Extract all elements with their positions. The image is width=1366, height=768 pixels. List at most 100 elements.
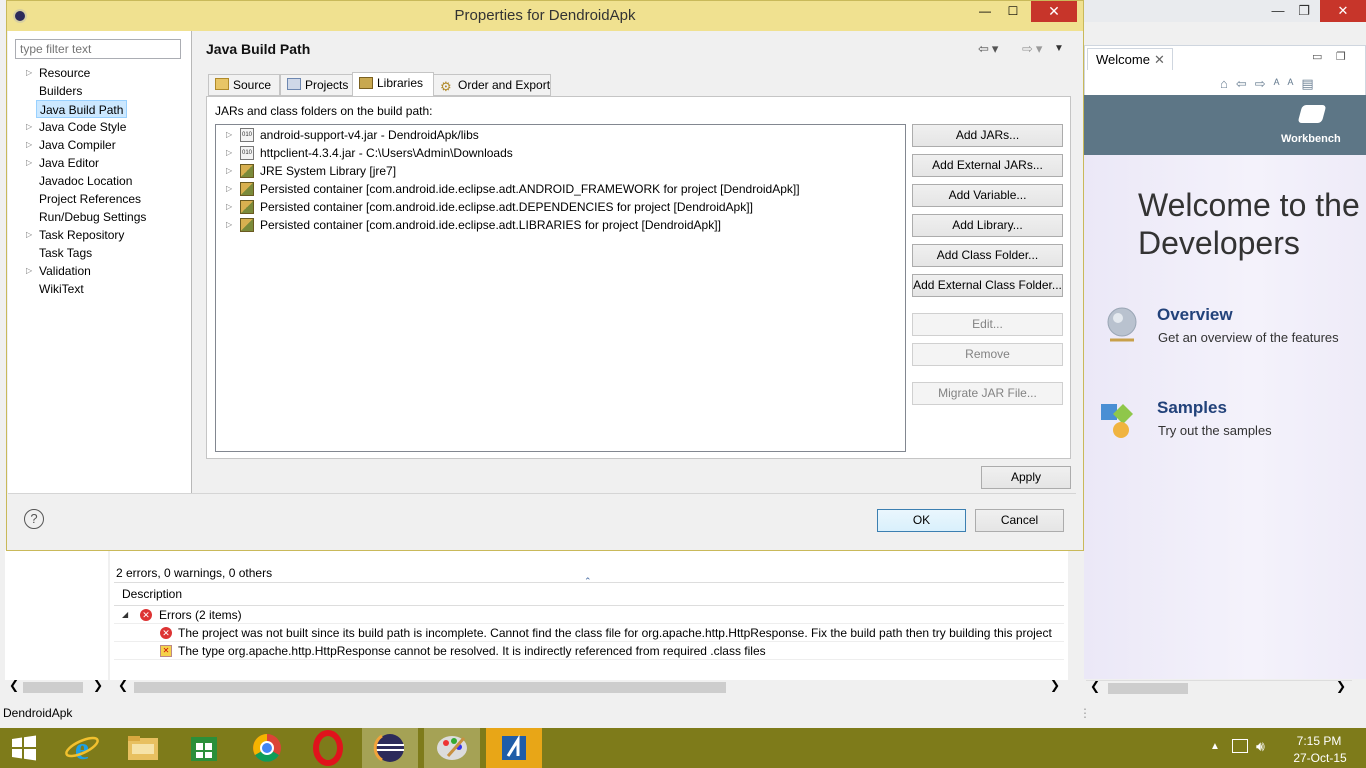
library-icon: [240, 200, 254, 214]
workbench-link[interactable]: Workbench: [1281, 133, 1341, 145]
opera-icon[interactable]: [300, 728, 356, 768]
scroll-thumb[interactable]: [134, 682, 726, 693]
expand-icon[interactable]: ▷: [26, 118, 32, 136]
add-variable-button[interactable]: Add Variable...: [912, 184, 1063, 207]
tab-welcome[interactable]: Welcome ✕: [1087, 48, 1173, 70]
collapse-triangle-icon[interactable]: ◢: [122, 606, 128, 624]
volume-icon[interactable]: 🔊︎: [1256, 738, 1265, 755]
welcome-toolbar[interactable]: ⌂⇦⇨ᴬᴬ▤: [1220, 76, 1360, 94]
nav-item[interactable]: Builders: [39, 82, 82, 100]
nav-item[interactable]: Task Repository: [39, 226, 124, 244]
apply-button[interactable]: Apply: [981, 466, 1071, 489]
add-library-button[interactable]: Add Library...: [912, 214, 1063, 237]
ok-button[interactable]: OK: [877, 509, 966, 532]
tab-order-and-export[interactable]: ⚙ Order and Export: [433, 74, 551, 96]
problem-row[interactable]: ✕ The project was not built since its bu…: [114, 624, 1064, 642]
help-icon[interactable]: ?: [24, 509, 44, 529]
nav-item[interactable]: WikiText: [39, 280, 84, 298]
nav-item[interactable]: Java Code Style: [39, 118, 126, 136]
chrome-icon[interactable]: [239, 728, 295, 768]
nav-item[interactable]: Java Compiler: [39, 136, 116, 154]
tab-source[interactable]: Source: [208, 74, 280, 96]
eclipse-taskbar-icon[interactable]: [362, 728, 418, 768]
tab-projects[interactable]: Projects: [280, 74, 354, 96]
expand-icon[interactable]: ▷: [26, 154, 32, 172]
expand-icon[interactable]: ▷: [26, 136, 32, 154]
scroll-thumb[interactable]: [23, 682, 83, 693]
view-minimize-icon[interactable]: ▭: [1312, 50, 1322, 63]
expand-icon[interactable]: ▷: [226, 216, 232, 234]
scroll-left-icon[interactable]: ❮: [118, 678, 128, 692]
scroll-right-icon[interactable]: ❯: [1050, 678, 1060, 692]
scroll-right-icon[interactable]: ❯: [1336, 679, 1346, 693]
close-button[interactable]: ✕: [1320, 0, 1366, 22]
remove-button[interactable]: Remove: [912, 343, 1063, 366]
scroll-right-icon[interactable]: ❯: [93, 678, 103, 692]
nav-item[interactable]: Resource: [39, 64, 90, 82]
explorer-hscrollbar[interactable]: ❮ ❯: [5, 678, 108, 695]
nav-item[interactable]: Validation: [39, 262, 91, 280]
expand-icon[interactable]: ▷: [26, 64, 32, 82]
problem-description: The project was not built since its buil…: [178, 626, 1052, 640]
status-bar: DendroidApk ⋮: [0, 703, 1366, 728]
add-external-class-folder-button[interactable]: Add External Class Folder...: [912, 274, 1063, 297]
app-icon[interactable]: [486, 728, 542, 768]
view-menu-icon[interactable]: ▼: [1054, 43, 1064, 54]
close-icon[interactable]: ✕: [1154, 49, 1165, 71]
minimize-button[interactable]: —: [1264, 0, 1292, 22]
scroll-thumb[interactable]: [1108, 683, 1188, 694]
problem-row[interactable]: ✕ The type org.apache.http.HttpResponse …: [114, 642, 1064, 660]
expand-icon[interactable]: ▷: [226, 162, 232, 180]
nav-item[interactable]: Task Tags: [39, 244, 92, 262]
store-icon[interactable]: [176, 728, 232, 768]
cancel-button[interactable]: Cancel: [975, 509, 1064, 532]
restore-button[interactable]: ❐: [1290, 0, 1318, 22]
library-icon: [359, 77, 373, 89]
internet-explorer-icon[interactable]: e: [54, 728, 110, 768]
clock-time[interactable]: 7:15 PM: [1296, 734, 1342, 748]
paint-icon[interactable]: [424, 728, 480, 768]
start-button[interactable]: [10, 735, 38, 761]
dialog-minimize-button[interactable]: —: [971, 1, 999, 22]
expand-icon[interactable]: ▷: [226, 198, 232, 216]
expand-icon[interactable]: ▷: [26, 226, 32, 244]
build-path-tree[interactable]: ▷ 010 android-support-v4.jar - DendroidApk…: [215, 124, 906, 452]
clock-date[interactable]: 27-Oct-15: [1290, 751, 1350, 765]
nav-item[interactable]: Javadoc Location: [39, 172, 132, 190]
tab-libraries[interactable]: Libraries: [352, 72, 434, 97]
show-hidden-icons[interactable]: ▲: [1210, 741, 1220, 752]
filter-input[interactable]: [15, 39, 181, 59]
nav-item[interactable]: Java Build Path: [36, 100, 128, 118]
globe-icon[interactable]: [1104, 304, 1138, 344]
scroll-left-icon[interactable]: ❮: [1090, 679, 1100, 693]
expand-icon[interactable]: ▷: [226, 180, 232, 198]
dialog-titlebar[interactable]: Properties for DendroidApk — ☐ ✕: [7, 1, 1083, 31]
expand-icon[interactable]: ▷: [226, 144, 232, 162]
workbench-icon[interactable]: [1297, 105, 1327, 123]
samples-icon[interactable]: [1099, 400, 1143, 440]
migrate-jar-button[interactable]: Migrate JAR File...: [912, 382, 1063, 405]
dialog-maximize-button[interactable]: ☐: [999, 1, 1027, 22]
expand-icon[interactable]: ▷: [26, 262, 32, 280]
view-maximize-icon[interactable]: ❐: [1336, 50, 1346, 63]
add-external-jars-button[interactable]: Add External JARs...: [912, 154, 1063, 177]
welcome-hscrollbar[interactable]: ❮ ❯: [1086, 679, 1352, 695]
nav-item[interactable]: Run/Debug Settings: [39, 208, 146, 226]
add-jars-button[interactable]: Add JARs...: [912, 124, 1063, 147]
samples-link[interactable]: Samples: [1157, 398, 1227, 418]
add-class-folder-button[interactable]: Add Class Folder...: [912, 244, 1063, 267]
file-explorer-icon[interactable]: [115, 728, 171, 768]
forward-icon[interactable]: ⇨▾: [1022, 41, 1045, 57]
nav-item[interactable]: Java Editor: [39, 154, 99, 172]
expand-icon[interactable]: ▷: [226, 126, 232, 144]
overview-link[interactable]: Overview: [1157, 305, 1233, 325]
network-icon[interactable]: [1232, 739, 1248, 753]
back-icon[interactable]: ⇦▾: [978, 41, 1001, 57]
edit-button[interactable]: Edit...: [912, 313, 1063, 336]
dialog-close-button[interactable]: ✕: [1031, 1, 1077, 22]
scroll-left-icon[interactable]: ❮: [9, 678, 19, 692]
description-column-header[interactable]: Description: [114, 582, 1064, 606]
nav-item[interactable]: Project References: [39, 190, 141, 208]
problems-hscrollbar[interactable]: ❮ ❯: [114, 678, 1064, 695]
errors-group-row[interactable]: ◢ ✕ Errors (2 items): [114, 606, 1064, 624]
